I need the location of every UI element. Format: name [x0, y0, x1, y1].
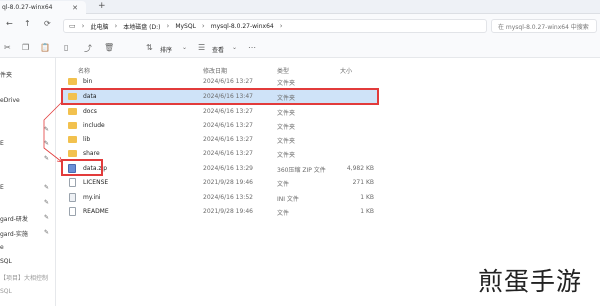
- breadcrumb-separator-icon: ›: [81, 22, 85, 30]
- list-item-license[interactable]: LICENSE 2021/9/28 19:46 文件 271 KB: [62, 176, 378, 189]
- sidebar-item-project[interactable]: 【项目】大相控制: [0, 273, 55, 282]
- cut-icon[interactable]: ✂: [4, 43, 11, 52]
- close-tab-icon[interactable]: ✕: [72, 4, 78, 12]
- breadcrumb-separator-icon: ›: [114, 22, 118, 30]
- title-bar: ql-8.0.27-winx64 ✕ +: [0, 0, 600, 14]
- pin-icon: ✎: [44, 184, 50, 191]
- column-header-date[interactable]: 修改日期: [203, 66, 227, 75]
- address-bar[interactable]: ▭ › 此电脑 › 本地磁盘 (D:) › MySQL › mysql-8.0.…: [63, 19, 487, 33]
- data-folder-highlight-box: [61, 88, 379, 105]
- list-item-include[interactable]: include 2024/6/16 13:27 文件夹: [62, 119, 378, 132]
- file-icon: [69, 178, 76, 187]
- breadcrumb-mysql[interactable]: MySQL: [175, 23, 196, 30]
- column-header-size[interactable]: 大小: [340, 66, 352, 75]
- file-icon: [69, 207, 76, 216]
- list-item-data-zip[interactable]: data.zip 2024/6/16 13:29 360压缩 ZIP 文件 4,…: [62, 162, 378, 175]
- share-icon[interactable]: ⤴: [84, 43, 92, 54]
- list-item-readme[interactable]: README 2021/9/28 19:46 文件 1 KB: [62, 205, 378, 218]
- sort-button[interactable]: 排序: [160, 45, 172, 54]
- sidebar-item-sql-2[interactable]: SQL: [0, 288, 55, 295]
- watermark: 煎蛋手游: [478, 267, 583, 296]
- pin-icon: ✎: [44, 199, 50, 206]
- breadcrumb-local-disk[interactable]: 本地磁盘 (D:): [123, 22, 160, 31]
- chevron-down-icon[interactable]: ⌄: [182, 44, 187, 51]
- list-item-my-ini[interactable]: my.ini 2024/6/16 13:52 INI 文件 1 KB: [62, 191, 378, 204]
- sort-icon[interactable]: ⇅: [146, 43, 153, 52]
- view-button[interactable]: 查看: [212, 45, 224, 54]
- breadcrumb-separator-icon: ›: [201, 22, 205, 30]
- window-tab-title: ql-8.0.27-winx64: [2, 4, 53, 11]
- search-input[interactable]: 在 mysql-8.0.27-winx64 中搜索: [491, 19, 597, 33]
- breadcrumb-separator-icon: ›: [279, 22, 283, 30]
- breadcrumb-this-pc[interactable]: 此电脑: [90, 22, 108, 31]
- list-item-bin[interactable]: bin 2024/6/16 13:27 文件夹: [62, 75, 378, 88]
- refresh-icon[interactable]: ⟳: [44, 19, 51, 28]
- list-item-share[interactable]: share 2024/6/16 13:27 文件夹: [62, 147, 378, 160]
- sidebar-item-pinned-4[interactable]: E ✎: [0, 184, 55, 191]
- column-header-name[interactable]: 名称: [78, 66, 90, 75]
- chevron-down-icon[interactable]: ⌄: [232, 44, 237, 51]
- copy-icon[interactable]: ❐: [22, 43, 29, 52]
- rename-icon[interactable]: ▯: [64, 43, 68, 52]
- folder-icon: [68, 78, 77, 85]
- breadcrumb-separator-icon: ›: [166, 22, 170, 30]
- settings-file-icon: [69, 193, 76, 202]
- column-header-type[interactable]: 类型: [277, 66, 289, 75]
- command-toolbar: ✂ ❐ 📋 ▯ ⤴ 🗑 ⇅ 排序 ⌄ ☰ 查看 ⌄ ⋯: [0, 36, 600, 58]
- list-item-docs[interactable]: docs 2024/6/16 13:27 文件夹: [62, 105, 378, 118]
- navigation-bar: ← ↑ ⟳ ▭ › 此电脑 › 本地磁盘 (D:) › MySQL › mysq…: [0, 14, 600, 36]
- breadcrumb-mysql-version[interactable]: mysql-8.0.27-winx64: [211, 23, 274, 30]
- pin-icon: ✎: [44, 214, 50, 221]
- sidebar-item-gard-rd[interactable]: gard-研发 ✎: [0, 214, 55, 223]
- list-item-lib[interactable]: lib 2024/6/16 13:27 文件夹: [62, 133, 378, 146]
- new-tab-icon[interactable]: +: [98, 1, 106, 11]
- pin-icon: ✎: [44, 229, 50, 236]
- delete-icon[interactable]: 🗑: [104, 43, 114, 52]
- back-arrow-icon[interactable]: ←: [6, 19, 13, 28]
- annotation-arrow-icon: [43, 101, 63, 163]
- view-icon[interactable]: ☰: [198, 43, 205, 52]
- window-tab[interactable]: ql-8.0.27-winx64 ✕: [0, 1, 86, 14]
- sidebar-item-folders[interactable]: 件夹: [0, 70, 55, 79]
- sidebar-item-e[interactable]: e: [0, 244, 55, 251]
- monitor-icon: ▭: [69, 22, 76, 30]
- paste-icon[interactable]: 📋: [40, 43, 50, 52]
- navigation-pane: 件夹 eDrive ✎ E ✎ ✎ E ✎ ✎ gard-研发 ✎ gard-实施 ✎ …: [0, 58, 56, 306]
- more-options-icon[interactable]: ⋯: [248, 43, 256, 52]
- sidebar-item-gard-impl[interactable]: gard-实施 ✎: [0, 229, 55, 238]
- sidebar-item-sql[interactable]: SQL: [0, 258, 55, 265]
- up-arrow-icon[interactable]: ↑: [24, 19, 31, 28]
